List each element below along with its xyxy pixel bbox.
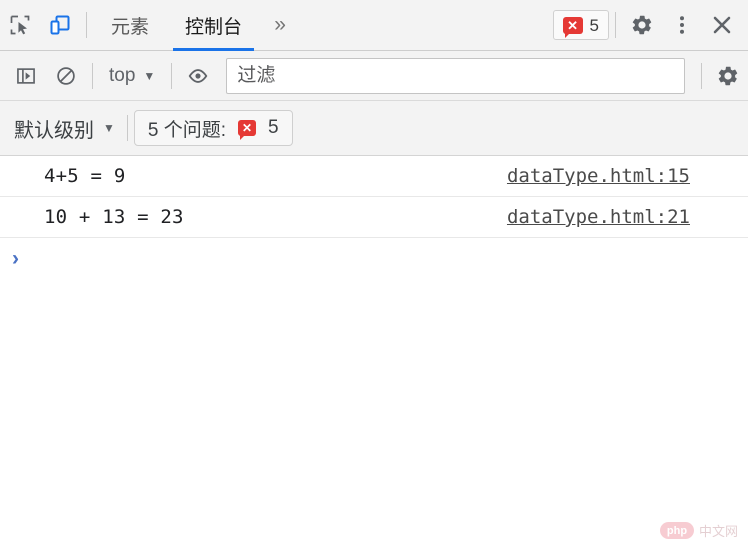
issues-count-label: 5 [268, 117, 279, 138]
error-bubble-icon: ✕ [562, 16, 583, 38]
issues-label: 5 个问题: [147, 119, 227, 141]
close-devtools-button[interactable] [702, 5, 742, 45]
console-message-source-link[interactable]: dataType.html:15 [507, 165, 690, 187]
create-live-expression-button[interactable] [178, 56, 218, 96]
close-icon [710, 13, 734, 37]
prompt-chevron-icon: › [12, 246, 19, 270]
error-count-badge[interactable]: ✕ 5 [552, 10, 609, 40]
error-count-label: 5 [589, 15, 599, 35]
gear-icon [716, 64, 740, 88]
log-level-selector[interactable]: 默认级别 ▼ [8, 114, 121, 143]
chevron-double-right-icon: » [274, 13, 286, 36]
filterbar-divider-1 [92, 62, 93, 89]
console-output[interactable]: 4+5 = 9 dataType.html:15 10 + 13 = 23 da… [0, 156, 748, 550]
console-message-text: 10 + 13 = 23 [44, 206, 184, 228]
console-message-text: 4+5 = 9 [44, 165, 126, 187]
tab-elements-label: 元素 [111, 16, 150, 38]
levelbar-divider [126, 115, 128, 141]
table-row[interactable]: 10 + 13 = 23 dataType.html:21 [0, 197, 748, 238]
issues-summary-button[interactable]: 5 个问题: ✕ 5 [133, 110, 293, 146]
toggle-console-sidebar-button[interactable] [6, 56, 46, 96]
console-level-bar: 默认级别 ▼ 5 个问题: ✕ 5 [0, 101, 748, 156]
watermark-label: 中文网 [698, 524, 738, 539]
clear-console-button[interactable] [46, 56, 86, 96]
devtools-window: 元素 控制台 » ✕ 5 top ▼ 过滤 默认级别 ▼ 5 个问题: ✕ 5 … [0, 0, 748, 550]
php-logo-icon: php [659, 522, 694, 539]
execution-context-selector[interactable]: top ▼ [99, 61, 165, 91]
tab-elements[interactable]: 元素 [93, 0, 167, 51]
log-level-label: 默认级别 [14, 119, 94, 142]
inspect-element-button[interactable] [0, 5, 40, 45]
console-settings-button[interactable] [708, 56, 748, 96]
table-row[interactable]: 4+5 = 9 dataType.html:15 [0, 156, 748, 197]
devtools-main-menu-button[interactable] [662, 5, 702, 45]
console-message-source-link[interactable]: dataType.html:21 [507, 206, 690, 228]
tab-console[interactable]: 控制台 [167, 0, 260, 51]
filterbar-divider-2 [171, 62, 173, 89]
tab-console-label: 控制台 [185, 16, 243, 38]
execution-context-label: top [109, 64, 136, 86]
kebab-menu-icon [670, 13, 694, 37]
error-bubble-icon: ✕ [238, 120, 257, 140]
chevron-down-icon: ▼ [143, 68, 156, 83]
more-tabs-button[interactable]: » [260, 0, 300, 51]
live-expression-eye-icon [187, 65, 209, 87]
console-filter-toolbar: top ▼ [0, 51, 748, 101]
console-prompt[interactable]: › [0, 238, 748, 278]
inspect-cursor-icon [8, 13, 32, 37]
devtools-tabbar: 元素 控制台 » ✕ 5 [0, 0, 748, 51]
tabbar-actions-divider [615, 12, 616, 38]
devtools-settings-button[interactable] [622, 5, 662, 45]
console-filter-input[interactable] [226, 57, 685, 94]
chevron-down-icon: ▼ [103, 121, 115, 135]
device-toolbar-icon [48, 13, 72, 37]
tabbar-divider [86, 12, 87, 38]
site-watermark: php 中文网 [659, 521, 738, 540]
filterbar-divider-3 [701, 62, 702, 89]
gear-icon [630, 13, 654, 37]
error-x-glyph: ✕ [241, 121, 253, 135]
error-x-glyph: ✕ [567, 17, 578, 33]
toggle-device-toolbar-button[interactable] [40, 5, 80, 45]
console-sidebar-icon [15, 65, 37, 87]
tabbar-actions: ✕ 5 [552, 5, 748, 45]
clear-console-icon [55, 65, 77, 87]
